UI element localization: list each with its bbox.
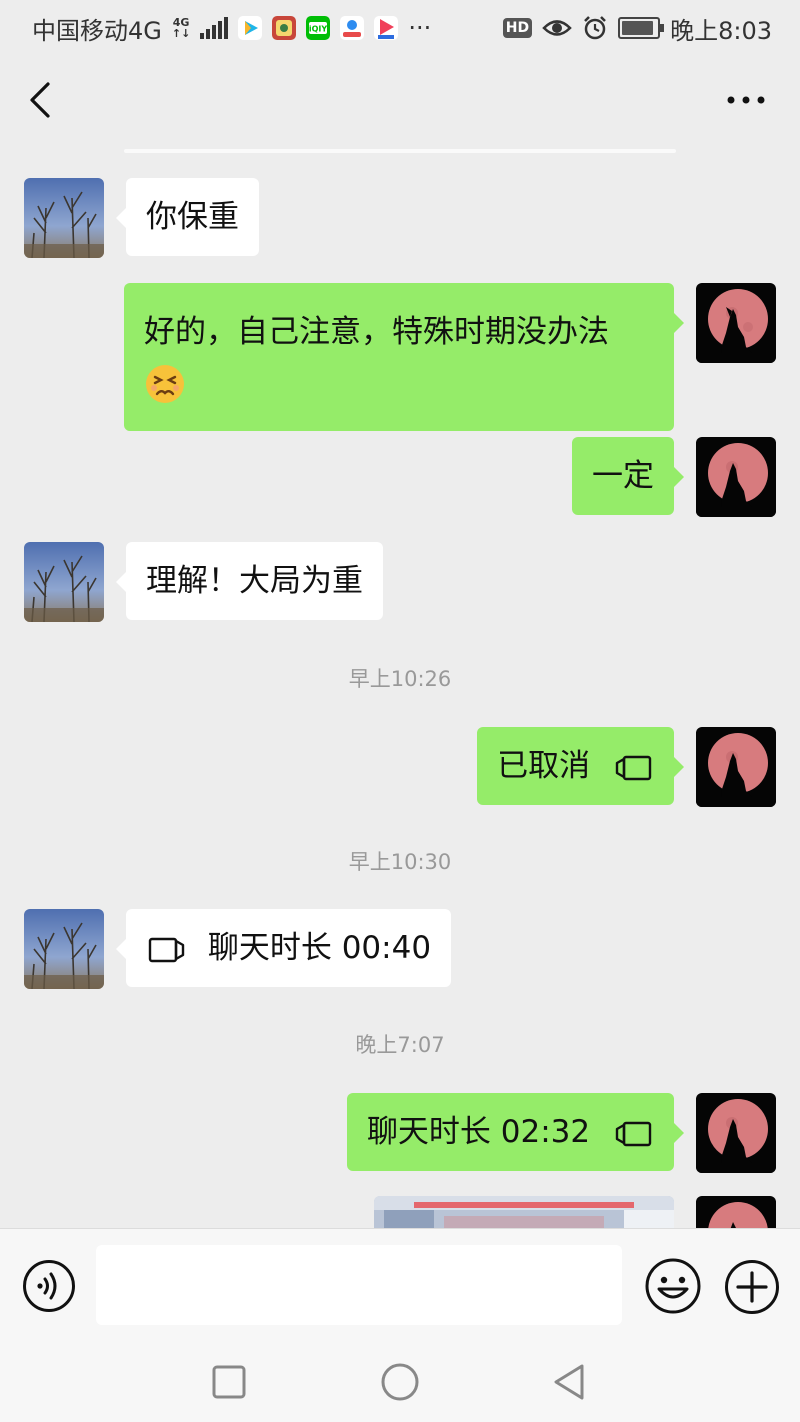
chat-navigation-bar: [0, 56, 800, 146]
hd-voice-badge: HD: [502, 18, 533, 38]
my-avatar[interactable]: [696, 437, 776, 517]
my-avatar[interactable]: [696, 727, 776, 807]
triangle-back-icon[interactable]: [550, 1362, 590, 1402]
message-text: 聊天时长 00:40: [207, 930, 432, 966]
battery-icon: [618, 17, 665, 39]
data-activity-tag: ↑↓: [171, 27, 191, 40]
timestamp: 早上10:26: [348, 667, 452, 691]
contact-avatar[interactable]: [24, 178, 104, 258]
message-text-input[interactable]: [96, 1245, 622, 1325]
svg-text:iQIY: iQIY: [309, 25, 328, 34]
plus-circle-icon[interactable]: [724, 1259, 780, 1315]
map-app-icon: [340, 16, 365, 40]
message-bubble[interactable]: 理解！大局为重: [116, 542, 383, 620]
voice-input-icon[interactable]: [22, 1259, 76, 1313]
network-indicator: 4G ↑↓: [172, 17, 190, 39]
video-call-icon: [615, 1121, 652, 1146]
message-bubble[interactable]: 好的，自己注意，特殊时期没办法: [124, 283, 684, 431]
my-avatar[interactable]: [696, 283, 776, 363]
smiley-icon[interactable]: [644, 1257, 702, 1315]
message-text: 已取消: [497, 748, 591, 784]
message-text: 聊天时长 02:32: [366, 1114, 591, 1150]
divider-line: [124, 149, 676, 153]
message-list[interactable]: 你保重 好的，自己注意，特殊时期没办法 一定 理解！大局为重 早上10:26 已…: [0, 146, 800, 1228]
alarm-icon: [584, 16, 606, 40]
signal-strength-icon: [200, 17, 229, 39]
my-avatar[interactable]: [696, 1093, 776, 1173]
iqiyi-icon: iQIY: [306, 16, 331, 40]
timestamp: 晚上7:07: [355, 1033, 445, 1057]
message-input-bar: [0, 1228, 800, 1340]
persevering-face-emoji: [146, 364, 184, 403]
more-horizontal-icon[interactable]: [726, 92, 766, 108]
video-app-icon: [238, 16, 263, 40]
status-bar: 中国移动4G 4G ↑↓ iQIY ··· HD 晚上8:03: [0, 0, 800, 56]
contact-avatar[interactable]: [24, 542, 104, 622]
contact-avatar[interactable]: [24, 909, 104, 989]
call-record-bubble[interactable]: 已取消: [477, 727, 684, 805]
square-icon[interactable]: [211, 1364, 247, 1400]
carrier-label: 中国移动4G: [32, 16, 162, 45]
my-avatar[interactable]: [696, 1196, 776, 1228]
clock-time: 晚上8:03: [670, 16, 772, 45]
video-call-icon: [615, 755, 652, 780]
message-bubble[interactable]: 一定: [572, 437, 684, 515]
video-call-icon: [148, 937, 185, 962]
call-record-bubble[interactable]: 聊天时长 00:40: [115, 909, 452, 987]
system-navigation-bar: [0, 1340, 800, 1422]
timestamp: 早上10:30: [348, 850, 452, 874]
message-text: 好的，自己注意，特殊时期没办法: [144, 314, 609, 350]
tv-app-icon: [374, 16, 399, 40]
circle-icon[interactable]: [380, 1362, 420, 1402]
call-record-bubble[interactable]: 聊天时长 02:32: [346, 1093, 685, 1171]
image-message-thumbnail[interactable]: [374, 1196, 674, 1228]
chevron-left-icon[interactable]: [22, 78, 62, 122]
wechat-chat-screen: 中国移动4G 4G ↑↓ iQIY ··· HD 晚上8:03 你保重 好的，自…: [0, 0, 800, 1422]
more-notifications-indicator: ···: [408, 14, 432, 42]
game-app-icon: [272, 16, 297, 40]
eye-comfort-icon: [542, 20, 572, 36]
message-bubble[interactable]: 你保重: [116, 178, 259, 256]
